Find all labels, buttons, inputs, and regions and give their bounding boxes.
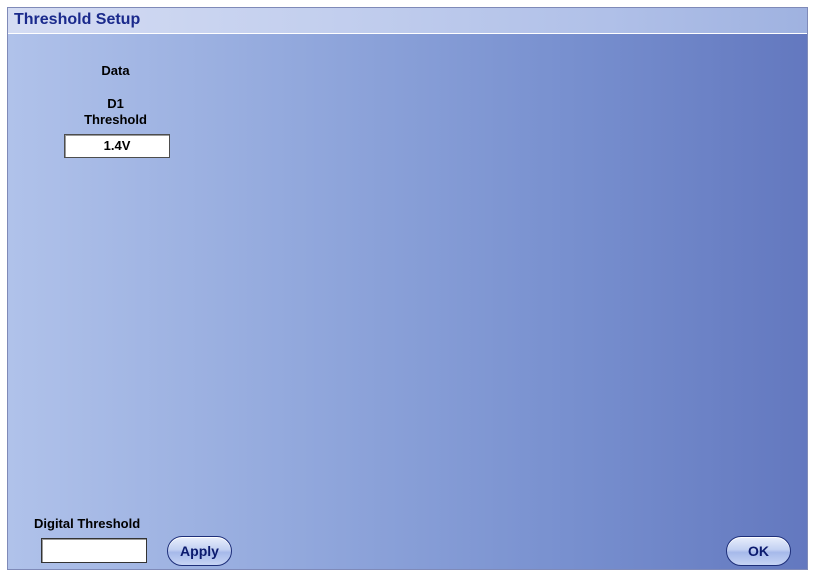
title-bar: Threshold Setup [8, 8, 807, 34]
channel-d1-threshold-label: Threshold [84, 112, 147, 127]
channel-d1-label: D1 [107, 96, 124, 111]
ok-button[interactable]: OK [726, 536, 791, 566]
data-section-heading: Data [101, 63, 130, 78]
window-title: Threshold Setup [14, 11, 141, 28]
apply-button[interactable]: Apply [167, 536, 232, 566]
threshold-setup-window: Threshold Setup Data D1 Threshold 1.4V D… [7, 7, 808, 570]
channel-d1-threshold-field[interactable]: 1.4V [64, 134, 170, 158]
digital-threshold-input[interactable] [41, 538, 147, 563]
digital-threshold-label: Digital Threshold [34, 516, 141, 531]
